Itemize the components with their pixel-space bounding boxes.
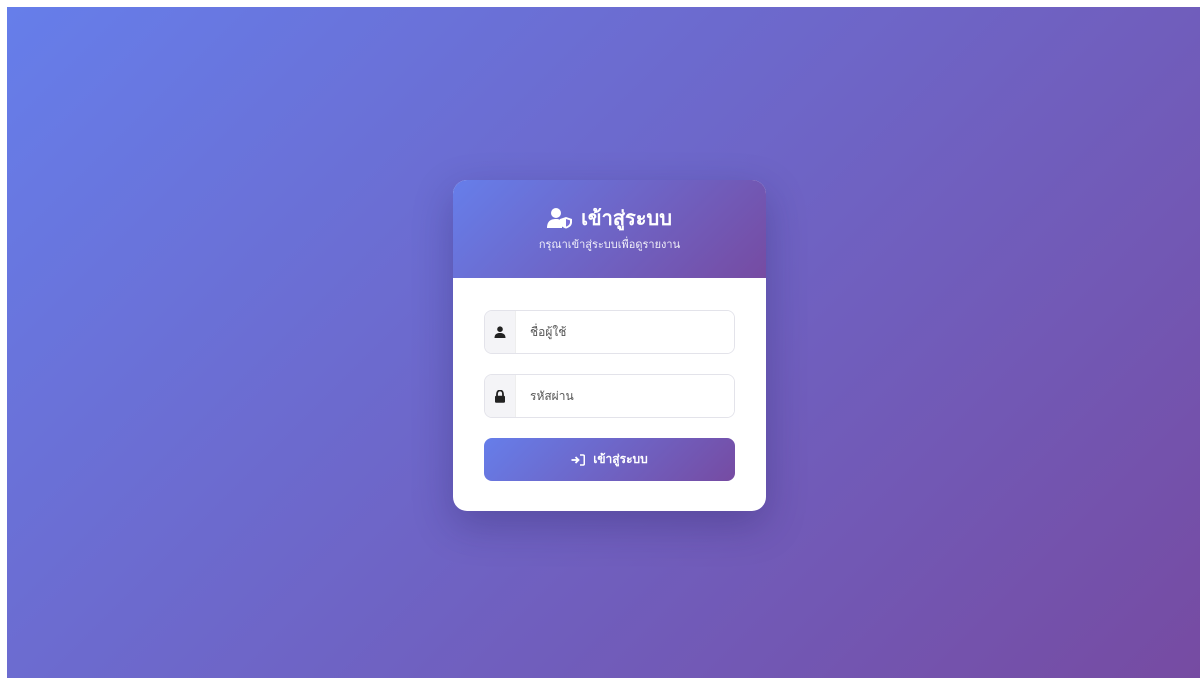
user-icon bbox=[485, 311, 516, 353]
lock-icon bbox=[485, 375, 516, 417]
username-input[interactable] bbox=[516, 311, 734, 353]
page-title: เข้าสู่ระบบ bbox=[581, 206, 672, 230]
password-input[interactable] bbox=[516, 375, 734, 417]
page-subtitle: กรุณาเข้าสู่ระบบเพื่อดูรายงาน bbox=[538, 238, 681, 251]
password-group bbox=[484, 374, 735, 418]
login-card-header: เข้าสู่ระบบ กรุณาเข้าสู่ระบบเพื่อดูรายงา… bbox=[453, 180, 766, 278]
user-shield-icon bbox=[547, 207, 573, 229]
login-button[interactable]: เข้าสู่ระบบ bbox=[484, 438, 735, 481]
login-card: เข้าสู่ระบบ กรุณาเข้าสู่ระบบเพื่อดูรายงา… bbox=[453, 180, 766, 511]
login-form: เข้าสู่ระบบ bbox=[453, 278, 766, 481]
title-row: เข้าสู่ระบบ bbox=[453, 204, 766, 232]
login-button-label: เข้าสู่ระบบ bbox=[593, 452, 648, 466]
sign-in-icon bbox=[571, 453, 586, 466]
page-background: เข้าสู่ระบบ กรุณาเข้าสู่ระบบเพื่อดูรายงา… bbox=[7, 7, 1200, 678]
username-group bbox=[484, 310, 735, 354]
